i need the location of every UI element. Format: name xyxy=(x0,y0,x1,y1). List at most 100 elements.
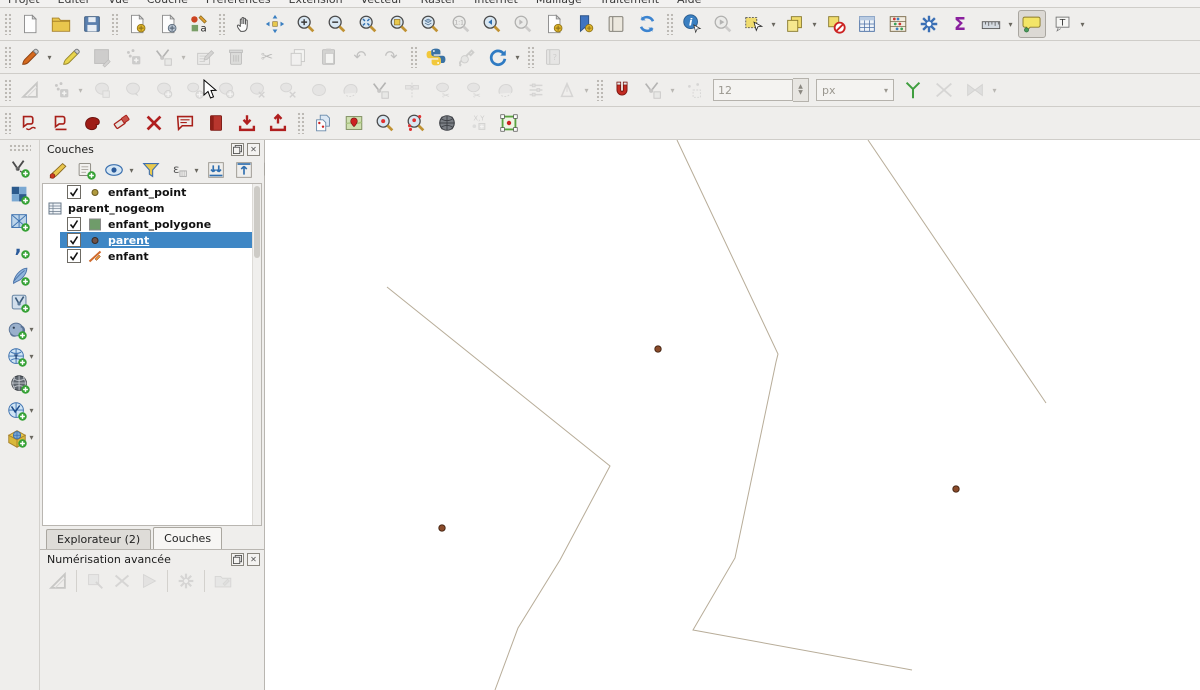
plugin-delete-button[interactable] xyxy=(140,109,168,137)
layer-list-scrollbar[interactable] xyxy=(252,184,261,525)
plugin-label-button[interactable] xyxy=(47,109,75,137)
select-features-button[interactable] xyxy=(740,10,768,38)
measure-dropdown-icon[interactable]: ▾ xyxy=(1006,11,1015,37)
spinner-arrows[interactable]: ▲▼ xyxy=(793,78,809,102)
menu-traitement[interactable]: Traitement xyxy=(600,0,659,6)
show-bookmarks-button[interactable] xyxy=(602,10,630,38)
zoom-full-button[interactable] xyxy=(354,10,382,38)
identify-features-button[interactable]: i xyxy=(678,10,706,38)
layer-name[interactable]: enfant_point xyxy=(108,186,186,199)
new-print-layout-button[interactable] xyxy=(123,10,151,38)
layer-name[interactable]: parent_nogeom xyxy=(68,202,165,215)
current-edits-dropdown-icon[interactable]: ▾ xyxy=(45,44,54,70)
menu-internet[interactable]: Internet xyxy=(474,0,518,6)
deselect-all-button[interactable] xyxy=(822,10,850,38)
statistical-summary-button[interactable] xyxy=(884,10,912,38)
copy-geometry-button[interactable] xyxy=(309,109,337,137)
vertex-tool-dropdown-icon[interactable]: ▾ xyxy=(179,44,188,70)
text-annotation-dropdown-icon[interactable]: ▾ xyxy=(1078,11,1087,37)
menu-vecteur[interactable]: Vecteur xyxy=(361,0,403,6)
menu-raster[interactable]: Raster xyxy=(421,0,456,6)
float-panel-icon[interactable] xyxy=(231,553,244,566)
add-wfs-layer-button[interactable] xyxy=(4,397,30,425)
menu-diter[interactable]: Éditer xyxy=(58,0,91,6)
show-statistics-button[interactable]: Σ xyxy=(946,10,974,38)
zoom-last-button[interactable] xyxy=(478,10,506,38)
zoom-in-button[interactable] xyxy=(292,10,320,38)
filter-by-expression-dropdown-icon[interactable]: ▾ xyxy=(192,157,201,183)
new-map-view-button[interactable] xyxy=(540,10,568,38)
layer-visibility-checkbox[interactable] xyxy=(67,185,81,199)
enable-snapping-button[interactable] xyxy=(608,76,636,104)
self-snapping-dropdown-icon[interactable]: ▾ xyxy=(990,77,999,103)
menu-maillage[interactable]: Maillage xyxy=(536,0,582,6)
add-wcs-layer-button[interactable] xyxy=(7,370,33,398)
open-attribute-table-button[interactable] xyxy=(853,10,881,38)
pan-map-button[interactable] xyxy=(230,10,258,38)
plugin-paint-button[interactable] xyxy=(78,109,106,137)
add-arcgis-layer-button[interactable] xyxy=(4,424,30,452)
collapse-all-button[interactable] xyxy=(231,158,257,182)
add-wms-layer-button[interactable]: T xyxy=(4,343,30,371)
close-panel-icon[interactable]: ✕ xyxy=(247,553,260,566)
tab-explorateur-2-[interactable]: Explorateur (2) xyxy=(46,529,151,549)
processing-toolbox-button[interactable] xyxy=(915,10,943,38)
new-project-button[interactable] xyxy=(16,10,44,38)
refresh-map-button[interactable] xyxy=(633,10,661,38)
map-canvas[interactable] xyxy=(265,140,1200,690)
extent-tool-button[interactable] xyxy=(495,109,523,137)
manage-map-themes-dropdown-icon[interactable]: ▾ xyxy=(127,157,136,183)
menu-aide[interactable]: Aide xyxy=(677,0,701,6)
layer-row-enfant_point[interactable]: enfant_point xyxy=(43,184,261,200)
expand-all-button[interactable] xyxy=(203,158,229,182)
float-panel-icon[interactable] xyxy=(231,143,244,156)
save-project-button[interactable] xyxy=(78,10,106,38)
globe-service-button[interactable] xyxy=(433,109,461,137)
add-virtual-layer-button[interactable] xyxy=(7,289,33,317)
filter-legend-button[interactable] xyxy=(138,158,164,182)
layer-row-enfant_polygone[interactable]: enfant_polygone xyxy=(43,216,261,232)
plugin-eraser-button[interactable] xyxy=(109,109,137,137)
trim-extend-dropdown-icon[interactable]: ▾ xyxy=(582,77,591,103)
layer-visibility-checkbox[interactable] xyxy=(67,249,81,263)
layer-name[interactable]: parent xyxy=(108,234,149,247)
select-by-form-dropdown-icon[interactable]: ▾ xyxy=(810,11,819,37)
layer-row-parent_nogeom[interactable]: parent_nogeom xyxy=(43,200,261,216)
tab-couches[interactable]: Couches xyxy=(153,527,222,549)
close-panel-icon[interactable]: ✕ xyxy=(247,143,260,156)
add-mesh-layer-button[interactable] xyxy=(7,208,33,236)
layer-visibility-checkbox[interactable] xyxy=(67,233,81,247)
snapping-unit-combo[interactable]: px▾ xyxy=(816,79,894,101)
snapping-mode-dropdown-icon[interactable]: ▾ xyxy=(668,77,677,103)
enable-tracing-button[interactable] xyxy=(899,76,927,104)
toggle-editing-button[interactable] xyxy=(57,43,85,71)
plugin-label-panel-button[interactable] xyxy=(171,109,199,137)
menu-extension[interactable]: Extension xyxy=(289,0,343,6)
python-console-button[interactable] xyxy=(422,43,450,71)
zoom-to-layer-button[interactable] xyxy=(416,10,444,38)
select-by-form-button[interactable] xyxy=(781,10,809,38)
plugin-reloader-dropdown-icon[interactable]: ▾ xyxy=(513,44,522,70)
plugin-notebook-button[interactable] xyxy=(202,109,230,137)
snapping-tolerance-input[interactable] xyxy=(713,79,793,101)
add-delimited-text-layer-button[interactable]: , xyxy=(7,235,33,263)
add-spatialite-layer-button[interactable] xyxy=(7,262,33,290)
plugin-export-button[interactable] xyxy=(264,109,292,137)
map-tips-button[interactable] xyxy=(1018,10,1046,38)
move-feature-dropdown-icon[interactable]: ▾ xyxy=(76,77,85,103)
menu-projet[interactable]: Projet xyxy=(8,0,40,6)
add-raster-layer-button[interactable] xyxy=(7,181,33,209)
manage-map-themes-button[interactable] xyxy=(101,158,127,182)
menu-prfrences[interactable]: Préférences xyxy=(206,0,271,6)
plugin-label-pin-button[interactable] xyxy=(16,109,44,137)
layer-name[interactable]: enfant_polygone xyxy=(108,218,211,231)
text-annotation-button[interactable]: T xyxy=(1049,10,1077,38)
menu-vue[interactable]: Vue xyxy=(108,0,129,6)
filter-by-expression-button[interactable]: ε xyxy=(166,158,192,182)
select-features-dropdown-icon[interactable]: ▾ xyxy=(769,11,778,37)
zoom-to-point-button[interactable] xyxy=(371,109,399,137)
add-group-button[interactable] xyxy=(73,158,99,182)
layer-row-parent[interactable]: parent xyxy=(43,232,261,248)
zoom-to-points-button[interactable] xyxy=(402,109,430,137)
pan-to-selection-button[interactable] xyxy=(261,10,289,38)
